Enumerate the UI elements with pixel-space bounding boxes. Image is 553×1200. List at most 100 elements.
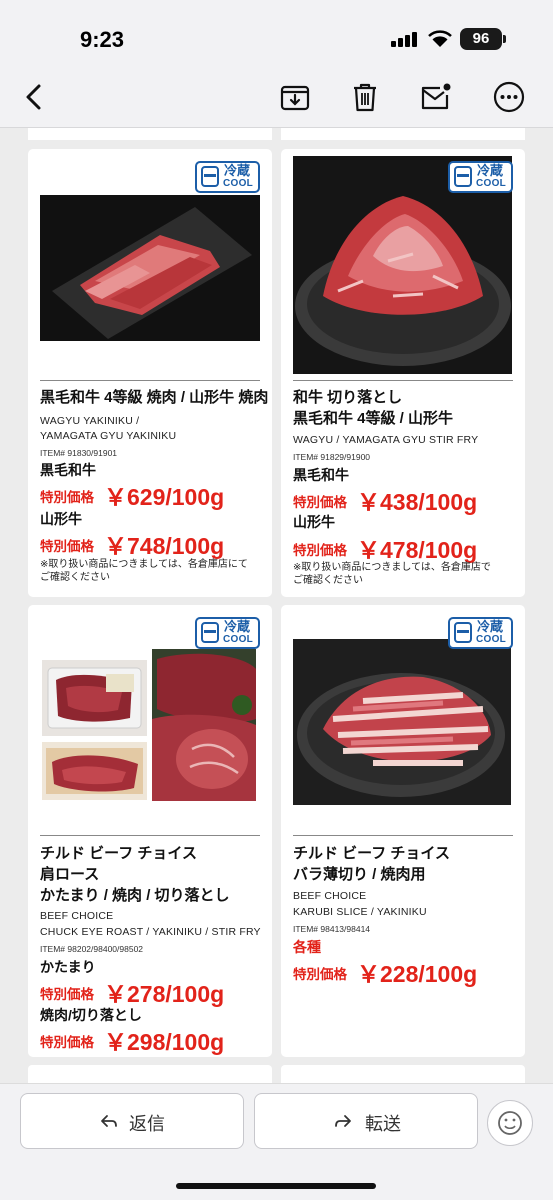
mail-toolbar — [0, 70, 553, 128]
battery-indicator: 96 — [460, 28, 502, 50]
product-en-name: WAGYU YAKINIKU / — [40, 415, 140, 427]
variety-label: 黒毛和牛 — [40, 462, 96, 478]
price-amount: ￥438/100g — [357, 489, 478, 515]
product-title: バラ薄切り / 焼肉用 — [293, 866, 426, 883]
product-title: 黒毛和牛 4等級 / 山形牛 — [293, 410, 454, 427]
item-number: ITEM# 91829/91900 — [293, 452, 371, 462]
availability-note: ※取り扱い商品につきましては、各倉庫店にて — [40, 559, 248, 570]
price-amount: ￥228/100g — [357, 961, 478, 987]
item-number: ITEM# 91830/91901 — [40, 448, 118, 458]
special-price-label: 特別価格 — [40, 1035, 94, 1050]
forward-label: 転送 — [365, 1114, 401, 1134]
trash-icon — [354, 83, 376, 112]
status-time: 9:23 — [80, 27, 125, 52]
product-en-name: WAGYU / YAMAGATA GYU STIR FRY — [293, 434, 479, 446]
variety-label: 山形牛 — [40, 511, 82, 527]
product-card[interactable]: 冷蔵 COOL 黒毛和牛 4等級 焼肉 / 山形牛 焼肉 WAGYU YAKIN… — [28, 149, 272, 597]
product-card[interactable]: 冷蔵 COOL チルド ビーフ チョイス バラ薄切り / 焼肉用 BEEF CH… — [281, 605, 525, 1057]
product-en-name: KARUBI SLICE / YAKINIKU — [293, 906, 427, 918]
variety-label: 黒毛和牛 — [293, 467, 349, 483]
cool-badge: 冷蔵 COOL — [448, 617, 513, 649]
cool-badge-en: COOL — [223, 634, 254, 645]
next-card-strip — [28, 1065, 272, 1083]
availability-note: ※取り扱い商品につきましては、各倉庫店で — [293, 562, 491, 573]
reply-icon — [101, 1115, 117, 1127]
cool-box-icon — [201, 166, 219, 187]
status-bar: 9:23 96 — [0, 0, 553, 70]
more-button[interactable] — [492, 80, 526, 114]
next-card-strip — [281, 1065, 525, 1083]
trash-button[interactable] — [348, 80, 382, 114]
price-row: 特別価格 ￥228/100g — [293, 955, 477, 989]
price-row: 特別価格 ￥748/100g — [40, 527, 224, 561]
back-button[interactable] — [18, 80, 52, 114]
archive-icon — [280, 85, 310, 111]
cool-badge-jp: 冷蔵 — [477, 163, 504, 178]
forward-button[interactable]: 転送 — [254, 1093, 478, 1149]
cool-box-icon — [454, 622, 472, 643]
item-number: ITEM# 98202/98400/98502 — [40, 944, 144, 954]
price-amount: ￥298/100g — [104, 1029, 225, 1055]
email-body[interactable]: 冷蔵 COOL 黒毛和牛 4等級 焼肉 / 山形牛 焼肉 WAGYU YAKIN… — [0, 128, 553, 1083]
item-number: ITEM# 98413/98414 — [293, 924, 371, 934]
product-title: 黒毛和牛 4等級 焼肉 / 山形牛 焼肉 — [40, 389, 269, 406]
special-price-label: 特別価格 — [293, 967, 347, 982]
cool-badge-jp: 冷蔵 — [224, 619, 251, 634]
product-title: チルド ビーフ チョイス — [293, 845, 450, 862]
archive-button[interactable] — [278, 80, 312, 114]
product-image — [293, 639, 511, 805]
home-indicator — [176, 1183, 376, 1189]
availability-note: ご確認ください — [40, 572, 110, 583]
divider — [293, 380, 513, 381]
product-en-name: BEEF CHOICE — [293, 890, 367, 902]
special-price-label: 特別価格 — [293, 495, 347, 510]
divider — [40, 835, 260, 836]
cool-box-icon — [201, 622, 219, 643]
reply-button[interactable]: 返信 — [20, 1093, 244, 1149]
previous-card-strip — [28, 128, 272, 140]
special-price-label: 特別価格 — [40, 490, 94, 505]
cool-box-icon — [454, 166, 472, 187]
price-row: 特別価格 ￥478/100g — [293, 531, 477, 565]
emoji-button[interactable] — [487, 1100, 533, 1146]
cool-badge-en: COOL — [223, 178, 254, 189]
variety-label: 各種 — [293, 939, 321, 955]
product-card[interactable]: 冷蔵 COOL チルド ビーフ チョイス 肩ロース かたまり / 焼肉 / 切り… — [28, 605, 272, 1057]
cool-badge: 冷蔵 COOL — [448, 161, 513, 193]
product-image — [42, 742, 147, 800]
price-amount: ￥748/100g — [104, 533, 225, 559]
product-image — [152, 649, 256, 801]
mail-icon — [421, 83, 451, 110]
price-amount: ￥629/100g — [104, 484, 225, 510]
previous-card-strip — [281, 128, 525, 140]
wifi-icon — [428, 30, 452, 48]
divider — [40, 380, 260, 381]
variety-label: 山形牛 — [293, 514, 335, 530]
price-amount: ￥478/100g — [357, 537, 478, 563]
product-en-name: BEEF CHOICE — [40, 910, 114, 922]
cellular-signal-icon — [391, 31, 421, 47]
product-image — [40, 195, 260, 341]
mail-button[interactable] — [418, 80, 452, 114]
emoji-icon — [498, 1111, 522, 1135]
price-row: 特別価格 ￥278/100g — [40, 975, 224, 1009]
product-title: チルド ビーフ チョイス — [40, 845, 197, 862]
price-row: 特別価格 ￥629/100g — [40, 478, 224, 512]
cool-badge-jp: 冷蔵 — [477, 619, 504, 634]
special-price-label: 特別価格 — [40, 987, 94, 1002]
product-title: 肩ロース — [40, 866, 100, 883]
availability-note: ご確認ください — [293, 575, 363, 586]
divider — [293, 835, 513, 836]
product-title: 和牛 切り落とし — [293, 389, 403, 406]
product-en-name: YAMAGATA GYU YAKINIKU — [40, 430, 177, 442]
product-card[interactable]: 冷蔵 COOL 和牛 切り落とし 黒毛和牛 4等級 / 山形牛 WAGYU / … — [281, 149, 525, 597]
cool-badge-en: COOL — [476, 178, 507, 189]
variety-label: 焼肉/切り落とし — [40, 1007, 142, 1023]
product-title: かたまり / 焼肉 / 切り落とし — [40, 887, 230, 904]
product-image — [42, 660, 147, 736]
cool-badge-jp: 冷蔵 — [224, 163, 251, 178]
special-price-label: 特別価格 — [293, 543, 347, 558]
product-en-name: CHUCK EYE ROAST / YAKINIKU / STIR FRY — [40, 926, 261, 938]
more-icon — [493, 81, 525, 113]
variety-label: かたまり — [40, 959, 96, 975]
